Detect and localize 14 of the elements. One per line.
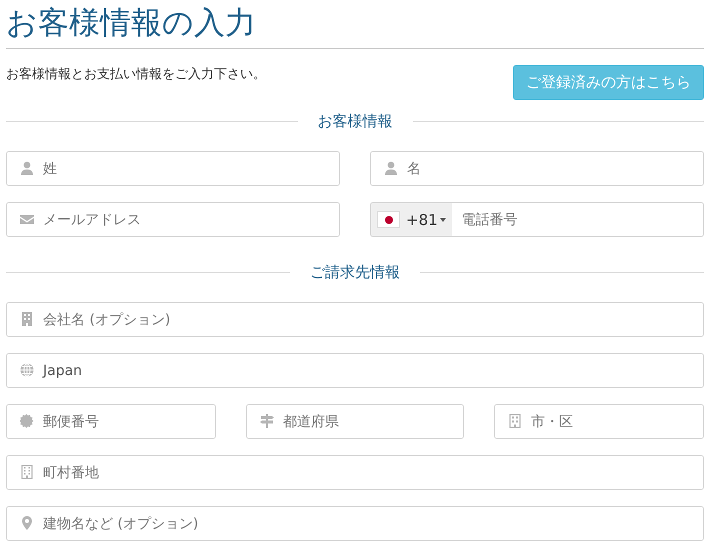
input-field[interactable]: 市・区 — [494, 404, 704, 439]
section-heading: お客様情報 — [318, 112, 392, 131]
input-field[interactable]: 建物名など (オプション) — [6, 506, 704, 541]
input-field[interactable]: 姓 — [6, 151, 340, 186]
input-field[interactable]: 郵便番号 — [6, 404, 216, 439]
input-field[interactable]: Japan — [6, 353, 704, 388]
input-field[interactable]: メールアドレス — [6, 202, 340, 237]
input-field[interactable]: 都道府県 — [246, 404, 464, 439]
page-title: お客様情報の入力 — [6, 0, 704, 49]
section-heading: ご請求先情報 — [310, 263, 400, 282]
input-field[interactable]: 会社名 (オプション) — [6, 302, 704, 337]
input-field[interactable]: 町村番地 — [6, 455, 704, 490]
input-field[interactable]: 名 — [370, 151, 704, 186]
intro-text: お客様情報とお支払い情報をご入力下さい。 — [6, 66, 266, 82]
